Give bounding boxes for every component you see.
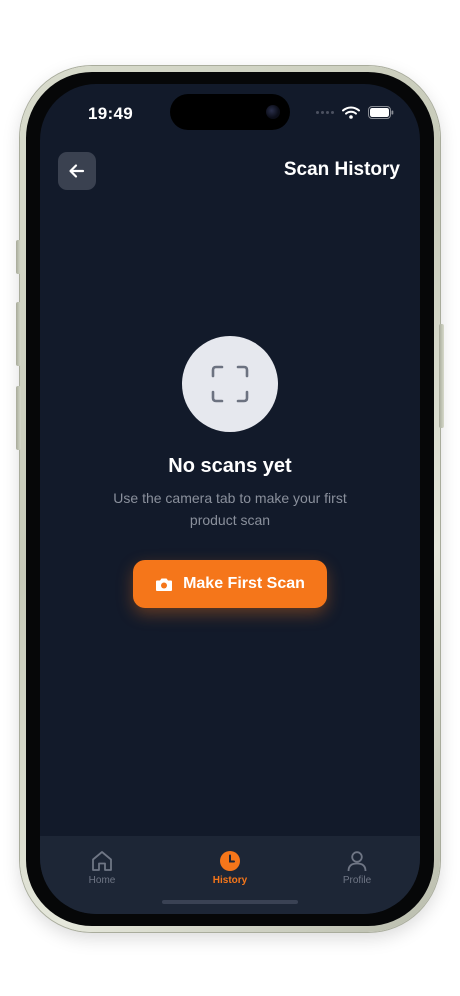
tab-home-label: Home bbox=[88, 875, 116, 886]
tab-profile[interactable]: Profile bbox=[317, 850, 397, 886]
tab-profile-label: Profile bbox=[342, 875, 372, 886]
make-first-scan-label: Make First Scan bbox=[183, 575, 305, 592]
action-button bbox=[16, 240, 21, 274]
dynamic-island bbox=[170, 94, 290, 130]
status-time: 19:49 bbox=[88, 104, 133, 123]
camera-icon bbox=[156, 578, 173, 591]
front-camera bbox=[266, 105, 280, 119]
empty-state-icon-circle bbox=[182, 336, 278, 432]
make-first-scan-button[interactable]: Make First Scan bbox=[133, 560, 327, 608]
page-title: Scan History bbox=[283, 159, 400, 180]
volume-down-button bbox=[16, 386, 21, 450]
wifi-icon bbox=[342, 106, 360, 119]
volume-up-button bbox=[16, 302, 21, 366]
home-icon bbox=[92, 851, 112, 871]
arrow-left-icon bbox=[69, 164, 85, 178]
back-button[interactable] bbox=[58, 152, 96, 190]
tab-home[interactable]: Home bbox=[62, 850, 142, 886]
battery-icon bbox=[368, 106, 394, 119]
empty-state-title: No scans yet bbox=[168, 455, 292, 477]
power-button bbox=[439, 324, 444, 428]
app-screen: 19:49 Scan History No scans yet Use the … bbox=[40, 84, 420, 914]
home-indicator[interactable] bbox=[162, 900, 298, 904]
tab-history[interactable]: History bbox=[190, 850, 270, 886]
empty-state-subtitle: Use the camera tab to make your first pr… bbox=[113, 490, 347, 528]
page: 19:49 Scan History No scans yet Use the … bbox=[0, 0, 460, 996]
scan-frame-icon bbox=[211, 365, 249, 403]
tab-history-label: History bbox=[212, 875, 248, 886]
status-icons bbox=[316, 106, 394, 119]
user-icon bbox=[347, 851, 367, 872]
clock-icon bbox=[220, 851, 240, 871]
signal-dots-icon bbox=[316, 111, 334, 114]
